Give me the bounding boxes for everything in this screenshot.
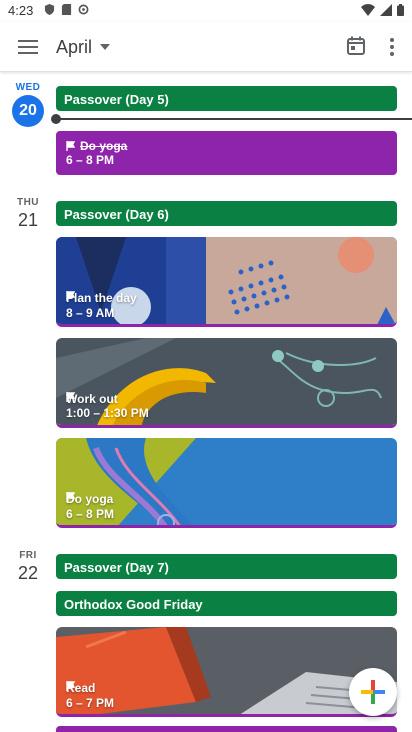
weekday-label: FRI	[19, 550, 37, 561]
status-bar: 4:23	[0, 0, 412, 22]
event-time: 6 – 8 PM	[66, 507, 115, 521]
event-title-row: Do yoga	[66, 139, 127, 153]
day-header-thu[interactable]: THU 21	[0, 197, 56, 231]
sync-icon	[78, 4, 89, 15]
flag-icon	[66, 492, 76, 502]
event-next-partial[interactable]	[56, 726, 397, 732]
event-title-row: Work out	[66, 392, 118, 406]
battery-icon	[397, 4, 404, 16]
event-title-row: Plan the day	[66, 291, 137, 305]
event-time: 6 – 8 PM	[66, 153, 115, 167]
sd-card-icon	[61, 4, 72, 15]
flag-icon	[66, 141, 76, 151]
weekday-label: WED	[15, 82, 41, 93]
add-event-plus-icon[interactable]	[349, 668, 397, 716]
flag-icon	[66, 681, 76, 691]
signal-icon	[380, 4, 392, 16]
flag-icon	[66, 291, 76, 301]
month-selector[interactable]: April	[56, 34, 111, 60]
month-label: April	[56, 36, 93, 57]
event-read[interactable]: Read 6 – 7 PM	[56, 627, 397, 717]
event-do-yoga-completed[interactable]: Do yoga 6 – 8 PM	[56, 131, 397, 175]
current-time-indicator	[52, 118, 412, 120]
event-passover-day5[interactable]: Passover (Day 5)	[56, 86, 397, 111]
wifi-icon	[361, 4, 375, 16]
system-status-icons	[361, 4, 404, 16]
event-time: 1:00 – 1:30 PM	[66, 406, 149, 420]
hamburger-menu-icon[interactable]	[14, 34, 42, 60]
chevron-down-icon	[100, 44, 111, 50]
notification-icons	[44, 4, 89, 15]
event-title: Orthodox Good Friday	[64, 597, 203, 612]
event-title: Passover (Day 7)	[64, 560, 169, 575]
event-work-out[interactable]: Work out 1:00 – 1:30 PM	[56, 338, 397, 428]
event-do-yoga[interactable]: Do yoga 6 – 8 PM	[56, 438, 397, 528]
flag-icon	[66, 392, 76, 402]
date-number: 22	[17, 563, 39, 583]
more-vert-icon[interactable]	[383, 34, 401, 60]
date-number: 21	[17, 210, 39, 230]
event-time: 6 – 7 PM	[66, 696, 115, 710]
event-title: Passover (Day 6)	[64, 207, 169, 222]
event-plan-the-day[interactable]: Plan the day 8 – 9 AM	[56, 237, 397, 327]
day-header-fri[interactable]: FRI 22	[0, 550, 56, 584]
event-title: Do yoga	[80, 139, 128, 153]
event-title-row: Do yoga	[66, 492, 113, 506]
event-passover-day6[interactable]: Passover (Day 6)	[56, 201, 397, 226]
day-header-wed[interactable]: WED 20	[0, 82, 56, 127]
event-title-row: Read	[66, 681, 95, 695]
event-passover-day7[interactable]: Passover (Day 7)	[56, 554, 397, 579]
event-time: 8 – 9 AM	[66, 306, 115, 320]
app-bar: April	[0, 22, 412, 72]
event-orthodox-good-friday[interactable]: Orthodox Good Friday	[56, 591, 397, 616]
event-title: Passover (Day 5)	[64, 92, 169, 107]
calendar-today-icon[interactable]	[344, 34, 368, 58]
event-title: Plan the day	[66, 291, 137, 305]
weekday-label: THU	[16, 197, 40, 208]
today-date-circle: 20	[12, 95, 44, 127]
status-time: 4:23	[8, 3, 34, 18]
shield-icon	[44, 4, 55, 15]
